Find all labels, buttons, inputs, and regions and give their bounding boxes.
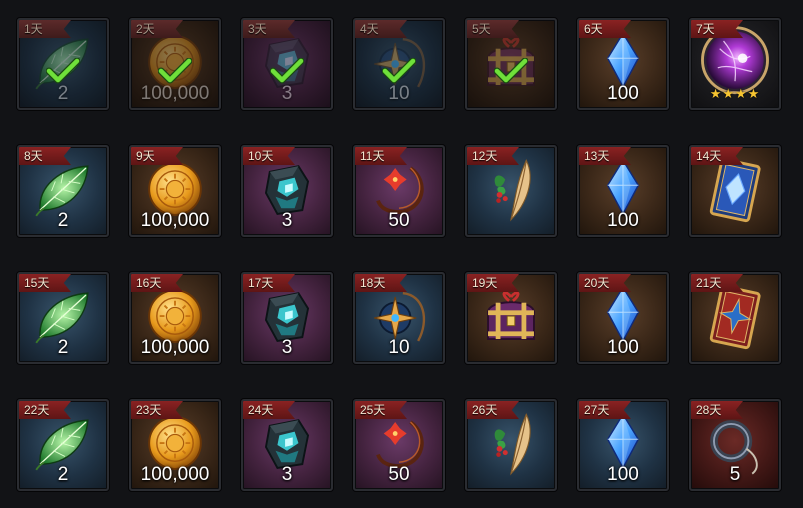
reward-quantity: 3 [281,83,293,104]
reward-quantity: 100 [607,337,639,358]
reward-slot-day-12[interactable]: 12天 [465,145,557,237]
reward-quantity: 100 [607,83,639,104]
reward-slot-day-26[interactable]: 26天 [465,399,557,491]
reward-quantity: 2 [57,83,69,104]
reward-quantity: 100,000 [140,337,210,358]
reward-slot-day-5[interactable]: 5天 [465,18,557,110]
reward-slot-day-6[interactable]: 6天 100 [577,18,669,110]
claimed-check-icon [493,57,529,84]
reward-slot-day-27[interactable]: 27天 100 [577,399,669,491]
day-label: 16天 [131,274,183,292]
reward-quantity: 100 [607,210,639,231]
day-label: 6天 [579,20,631,38]
day-label: 28天 [691,401,743,419]
claimed-check-icon [269,57,305,84]
day-label: 5天 [467,20,519,38]
day-label: 25天 [355,401,407,419]
reward-quantity: 3 [281,210,293,231]
reward-quantity: 2 [57,464,69,485]
reward-slot-day-22[interactable]: 22天 2 [17,399,109,491]
reward-slot-day-2[interactable]: 2天 100,000 [129,18,221,110]
reward-slot-day-3[interactable]: 3天 3 [241,18,333,110]
reward-quantity: 3 [281,337,293,358]
day-label: 18天 [355,274,407,292]
reward-slot-day-4[interactable]: 4天 10 [353,18,445,110]
day-label: 2天 [131,20,183,38]
reward-slot-day-16[interactable]: 16天 100,000 [129,272,221,364]
reward-quantity: 10 [388,337,410,358]
day-label: 14天 [691,147,743,165]
star-rating: ★★★★ [709,86,761,101]
day-label: 21天 [691,274,743,292]
claimed-check-icon [45,57,81,84]
day-label: 8天 [19,147,71,165]
reward-slot-day-21[interactable]: 21天 [689,272,781,364]
day-label: 27天 [579,401,631,419]
reward-slot-day-18[interactable]: 18天 10 [353,272,445,364]
reward-quantity: 10 [388,83,410,104]
day-label: 12天 [467,147,519,165]
reward-quantity: 100 [607,464,639,485]
reward-quantity: 50 [388,464,410,485]
reward-slot-day-24[interactable]: 24天 3 [241,399,333,491]
reward-slot-day-13[interactable]: 13天 100 [577,145,669,237]
daily-reward-grid: 1天 2 2天 100,000 3天 3 4天 10 5天 6天 100 7天 … [0,0,803,508]
day-label: 4天 [355,20,407,38]
day-label: 7天 [691,20,743,38]
reward-quantity: 3 [281,464,293,485]
day-label: 17天 [243,274,295,292]
reward-slot-day-15[interactable]: 15天 2 [17,272,109,364]
day-label: 23天 [131,401,183,419]
reward-slot-day-11[interactable]: 11天 50 [353,145,445,237]
reward-quantity: 5 [729,464,741,485]
day-label: 22天 [19,401,71,419]
claimed-check-icon [157,57,193,84]
day-label: 19天 [467,274,519,292]
day-label: 9天 [131,147,183,165]
day-label: 11天 [355,147,407,165]
reward-quantity: 2 [57,210,69,231]
reward-slot-day-10[interactable]: 10天 3 [241,145,333,237]
claimed-check-icon [381,57,417,84]
reward-quantity: 2 [57,337,69,358]
day-label: 3天 [243,20,295,38]
reward-quantity: 100,000 [140,83,210,104]
day-label: 15天 [19,274,71,292]
reward-slot-day-1[interactable]: 1天 2 [17,18,109,110]
reward-quantity: 100,000 [140,464,210,485]
day-label: 1天 [19,20,71,38]
reward-slot-day-14[interactable]: 14天 [689,145,781,237]
reward-slot-day-17[interactable]: 17天 3 [241,272,333,364]
day-label: 10天 [243,147,295,165]
reward-slot-day-28[interactable]: 28天 5 [689,399,781,491]
reward-slot-day-8[interactable]: 8天 2 [17,145,109,237]
reward-quantity: 50 [388,210,410,231]
reward-slot-day-25[interactable]: 25天 50 [353,399,445,491]
day-label: 26天 [467,401,519,419]
day-label: 24天 [243,401,295,419]
day-label: 20天 [579,274,631,292]
reward-slot-day-20[interactable]: 20天 100 [577,272,669,364]
reward-slot-day-9[interactable]: 9天 100,000 [129,145,221,237]
reward-quantity: 100,000 [140,210,210,231]
reward-slot-day-7[interactable]: 7天 ★★★★ [689,18,781,110]
day-label: 13天 [579,147,631,165]
reward-slot-day-23[interactable]: 23天 100,000 [129,399,221,491]
reward-slot-day-19[interactable]: 19天 [465,272,557,364]
